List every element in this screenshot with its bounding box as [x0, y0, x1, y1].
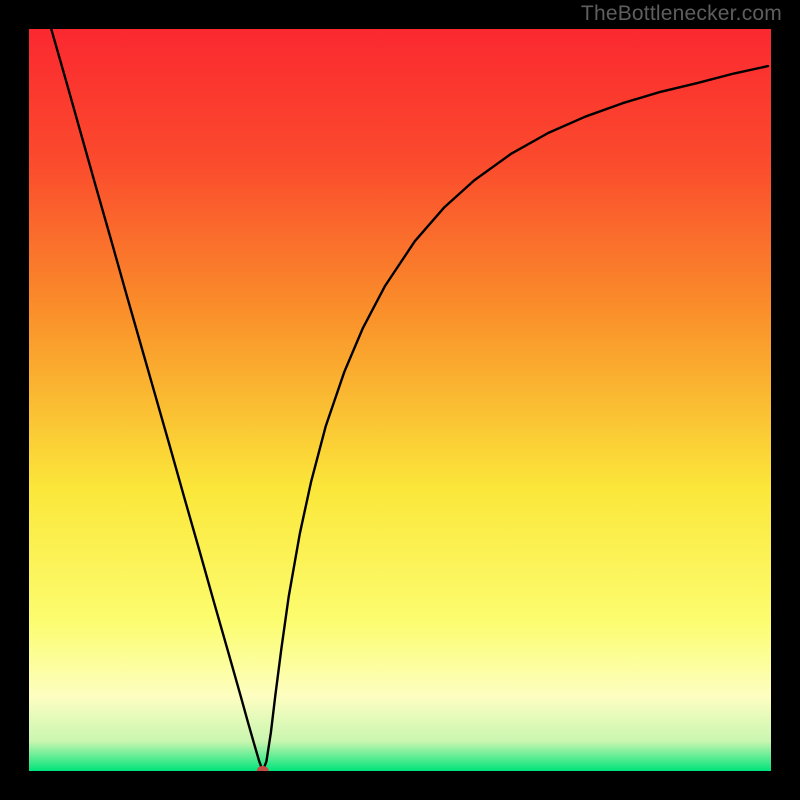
chart-svg	[29, 29, 771, 771]
plot-area	[29, 29, 771, 771]
chart-container: TheBottlenecker.com	[0, 0, 800, 800]
gradient-background	[29, 29, 771, 771]
watermark-label: TheBottlenecker.com	[581, 2, 782, 26]
